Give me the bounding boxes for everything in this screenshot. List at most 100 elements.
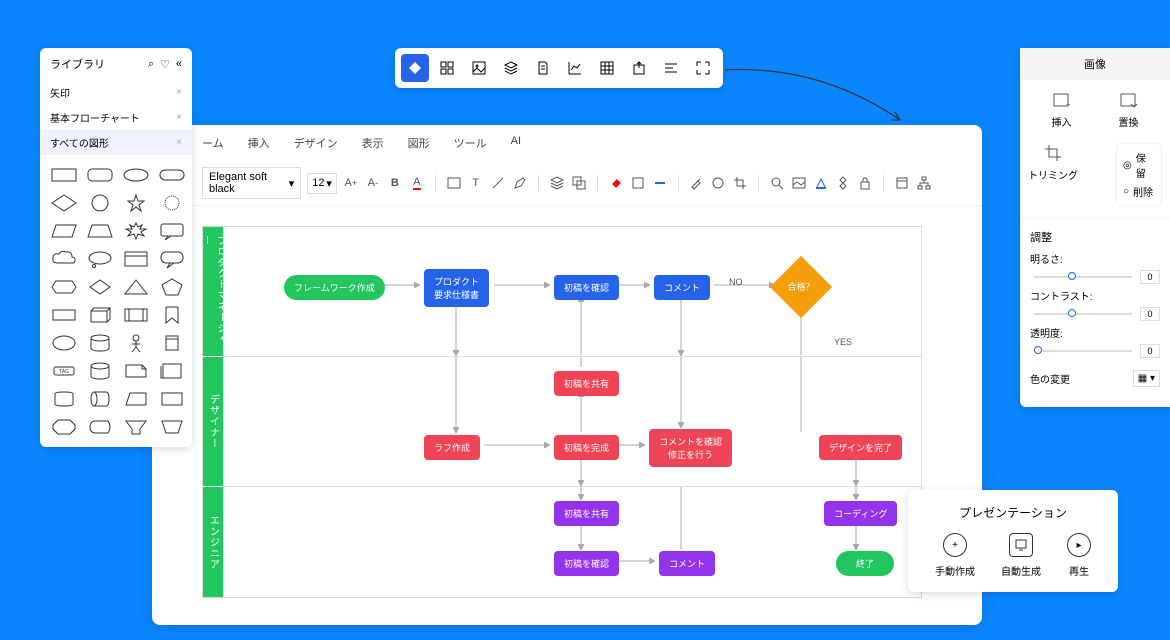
style-tool-icon[interactable] <box>401 54 429 82</box>
bold-icon[interactable]: B <box>387 174 403 192</box>
brightness-value[interactable]: 0 <box>1140 270 1160 284</box>
node-framework[interactable]: フレームワーク作成 <box>284 275 385 300</box>
shape-document-icon[interactable] <box>158 361 186 381</box>
insert-image-button[interactable]: + 挿入 <box>1052 90 1072 129</box>
image-tool-icon[interactable] <box>465 54 493 82</box>
stack-icon[interactable] <box>549 174 565 192</box>
shape-oval-icon[interactable] <box>50 333 78 353</box>
shape-frame-icon[interactable] <box>158 389 186 409</box>
align-tool-icon[interactable] <box>657 54 685 82</box>
shape-oct-icon[interactable] <box>50 417 78 437</box>
menu-item[interactable]: 挿入 <box>248 135 270 151</box>
auto-generate-button[interactable]: 自動生成 <box>1001 533 1041 578</box>
shape-person-icon[interactable] <box>122 333 150 353</box>
shape-star-icon[interactable] <box>122 193 150 213</box>
library-category[interactable]: すべての図形× <box>40 130 192 155</box>
shape-bookmark-icon[interactable] <box>158 305 186 325</box>
collapse-icon[interactable]: « <box>176 58 182 71</box>
library-category[interactable]: 基本フローチャート× <box>40 105 192 130</box>
close-icon[interactable]: × <box>176 112 182 123</box>
shape-wedge-icon[interactable] <box>122 389 150 409</box>
shape-funnel-icon[interactable] <box>122 417 150 437</box>
search-icon[interactable] <box>769 174 785 192</box>
shape-trapezoid-icon[interactable] <box>86 221 114 241</box>
shape-display-icon[interactable] <box>86 417 114 437</box>
shape-speech-icon[interactable] <box>158 221 186 241</box>
opacity-value[interactable]: 0 <box>1140 344 1160 358</box>
node-review-draft[interactable]: 初稿を確認 <box>554 275 619 300</box>
lock-icon[interactable] <box>857 174 873 192</box>
node-eng-comment[interactable]: コメント <box>659 551 715 576</box>
close-icon[interactable]: × <box>176 137 182 148</box>
fullscreen-tool-icon[interactable] <box>689 54 717 82</box>
export-tool-icon[interactable] <box>625 54 653 82</box>
replace-image-button[interactable]: 置換 <box>1119 90 1139 129</box>
line-style-icon[interactable] <box>652 174 668 192</box>
menu-item[interactable]: AI <box>511 135 521 151</box>
brightness-slider[interactable] <box>1034 276 1132 278</box>
library-category[interactable]: 矢印× <box>40 80 192 105</box>
shape-callout-icon[interactable] <box>158 249 186 269</box>
shape-double-rect-icon[interactable] <box>122 305 150 325</box>
menu-item[interactable]: デザイン <box>294 135 338 151</box>
shape-thought-icon[interactable] <box>86 249 114 269</box>
shape-box-icon[interactable] <box>50 305 78 325</box>
menu-item[interactable]: ツール <box>454 135 487 151</box>
trim-button[interactable]: トリミング <box>1028 143 1078 182</box>
node-eng-share[interactable]: 初稿を共有 <box>554 501 619 526</box>
node-coding[interactable]: コーディング <box>824 501 897 526</box>
diagram-canvas[interactable]: プロダクトマネージャー デザイナー エンジニア <box>152 226 982 598</box>
shape-hex-icon[interactable] <box>50 277 78 297</box>
heart-icon[interactable]: ♡ <box>160 58 170 71</box>
node-design-done[interactable]: デザインを完了 <box>819 435 902 460</box>
shape-drum-icon[interactable] <box>86 389 114 409</box>
node-share-draft[interactable]: 初稿を共有 <box>554 371 619 396</box>
text-tool-icon[interactable]: T <box>468 174 484 192</box>
manual-create-button[interactable]: + 手動作成 <box>935 533 975 578</box>
shape-can-icon[interactable] <box>50 389 78 409</box>
fill-icon[interactable] <box>608 174 624 192</box>
shape-ellipse-icon[interactable] <box>122 165 150 185</box>
play-button[interactable]: ▸ 再生 <box>1067 533 1091 578</box>
shape-pill-icon[interactable] <box>158 165 186 185</box>
org-icon[interactable] <box>916 174 932 192</box>
node-fix-comments[interactable]: コメントを確認 修正を行う <box>649 429 732 467</box>
border-icon[interactable] <box>630 174 646 192</box>
font-select[interactable]: Elegant soft black▾ <box>202 167 301 199</box>
opacity-slider[interactable] <box>1034 350 1132 352</box>
shape-burst-icon[interactable] <box>158 193 186 213</box>
node-rough[interactable]: ラフ作成 <box>424 435 480 460</box>
node-end[interactable]: 終了 <box>836 551 894 576</box>
file-tool-icon[interactable] <box>529 54 557 82</box>
shape-rhombus-icon[interactable] <box>86 277 114 297</box>
layers-tool-icon[interactable] <box>497 54 525 82</box>
shape-card-icon[interactable] <box>122 249 150 269</box>
node-comment[interactable]: コメント <box>654 275 710 300</box>
contrast-slider[interactable] <box>1034 313 1132 315</box>
trim-keep-option[interactable]: ◎保留 <box>1121 148 1157 182</box>
grid-tool-icon[interactable] <box>433 54 461 82</box>
color-picker-icon[interactable]: ▦ ▾ <box>1133 370 1160 387</box>
shape-roundrect-icon[interactable] <box>86 165 114 185</box>
menu-item[interactable]: 図形 <box>408 135 430 151</box>
text-color-icon[interactable]: A <box>409 174 425 192</box>
shape-circle-icon[interactable] <box>86 193 114 213</box>
shape-triangle-icon[interactable] <box>122 277 150 297</box>
shape-database-icon[interactable] <box>158 333 186 353</box>
shape-pentagon-icon[interactable] <box>158 277 186 297</box>
trim-delete-option[interactable]: ○削除 <box>1121 182 1157 201</box>
shape-cylinder2-icon[interactable] <box>86 361 114 381</box>
font-increase-icon[interactable]: A+ <box>343 174 359 192</box>
node-decision[interactable]: 合格？ <box>770 256 832 318</box>
shape-tag-icon[interactable]: TAG <box>50 361 78 381</box>
shape-note-icon[interactable] <box>122 361 150 381</box>
lane-label-designer[interactable]: デザイナー <box>203 357 223 487</box>
close-icon[interactable]: × <box>176 87 182 98</box>
rect-tool-icon[interactable] <box>446 174 462 192</box>
shape-trap2-icon[interactable] <box>158 417 186 437</box>
shape-rect-icon[interactable] <box>50 165 78 185</box>
pen-tool-icon[interactable] <box>512 174 528 192</box>
image-insert-icon[interactable] <box>791 174 807 192</box>
eyedropper-icon[interactable] <box>688 174 704 192</box>
component-icon[interactable] <box>835 174 851 192</box>
